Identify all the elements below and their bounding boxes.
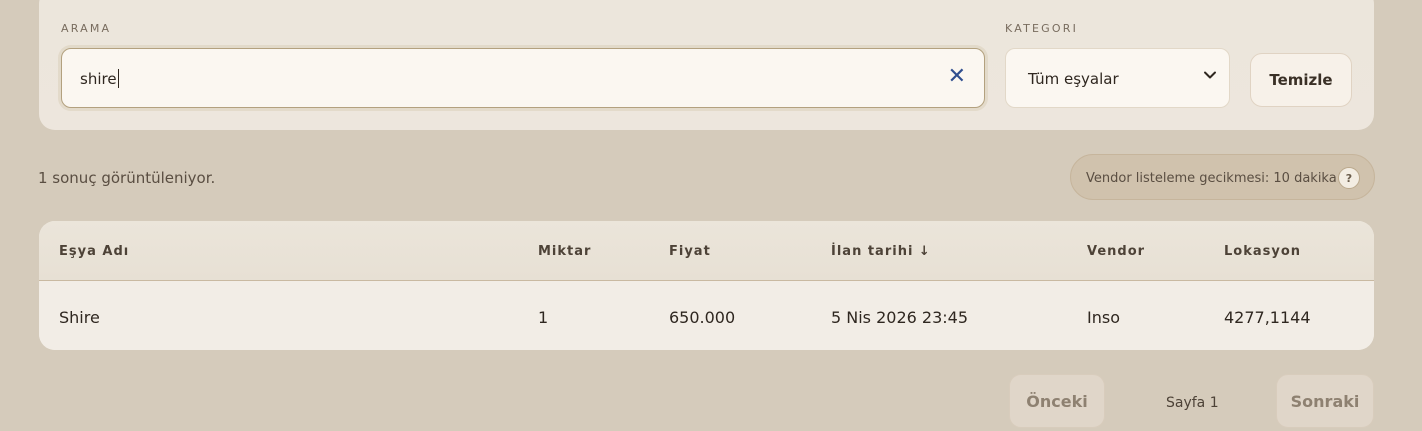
close-icon[interactable]: ✕	[948, 63, 966, 91]
search-label: ARAMA	[61, 22, 112, 35]
cell-listing-date: 5 Nis 2026 23:45	[831, 308, 969, 327]
filter-panel: ARAMA shire ✕ KATEGORI Tüm eşyalar Temiz…	[39, 0, 1374, 130]
search-input[interactable]: shire ✕	[61, 48, 985, 108]
search-input-value: shire	[80, 69, 119, 88]
vendor-delay-badge: Vendor listeleme gecikmesi: 10 dakika ?	[1070, 154, 1375, 200]
column-header-location[interactable]: Lokasyon	[1224, 244, 1301, 259]
help-icon[interactable]: ?	[1338, 167, 1360, 189]
results-table: Eşya Adı Miktar Fiyat İlan tarihi ↓ Vend…	[39, 221, 1374, 350]
text-caret	[117, 69, 119, 88]
cell-location: 4277,1144	[1224, 308, 1311, 327]
cell-quantity: 1	[538, 308, 549, 327]
column-header-item-name[interactable]: Eşya Adı	[59, 244, 129, 259]
table-header: Eşya Adı Miktar Fiyat İlan tarihi ↓ Vend…	[39, 221, 1374, 281]
cell-price: 650.000	[669, 308, 736, 327]
cell-item-name: Shire	[59, 308, 100, 327]
chevron-down-icon	[1204, 71, 1216, 79]
column-header-quantity[interactable]: Miktar	[538, 244, 591, 259]
next-page-button[interactable]: Sonraki	[1276, 374, 1374, 428]
category-select[interactable]: Tüm eşyalar	[1005, 48, 1230, 108]
vendor-delay-text: Vendor listeleme gecikmesi: 10 dakika	[1086, 171, 1337, 186]
category-selected-value: Tüm eşyalar	[1028, 70, 1119, 88]
previous-page-button[interactable]: Önceki	[1009, 374, 1105, 428]
cell-vendor: Inso	[1087, 308, 1120, 327]
column-header-listing-date[interactable]: İlan tarihi ↓	[831, 244, 931, 259]
table-row[interactable]: Shire 1 650.000 5 Nis 2026 23:45 Inso 42…	[39, 281, 1374, 350]
page-indicator: Sayfa 1	[1166, 395, 1219, 411]
column-header-vendor[interactable]: Vendor	[1087, 244, 1145, 259]
column-header-price[interactable]: Fiyat	[669, 244, 711, 259]
results-count: 1 sonuç görüntüleniyor.	[38, 169, 216, 187]
category-label: KATEGORI	[1005, 22, 1079, 35]
clear-filters-button[interactable]: Temizle	[1250, 53, 1352, 107]
